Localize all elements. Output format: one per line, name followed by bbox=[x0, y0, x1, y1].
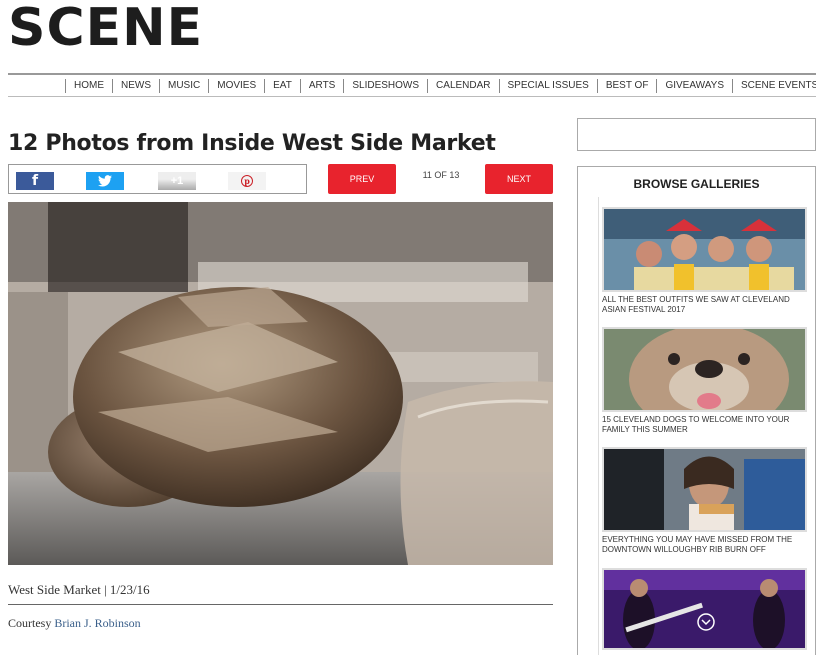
nav-item-home[interactable]: HOME bbox=[65, 79, 112, 93]
browse-galleries-panel: BROWSE GALLERIES ALL THE BEST OUTFITS WE… bbox=[577, 166, 816, 655]
nav-item-special-issues[interactable]: SPECIAL ISSUES bbox=[498, 79, 597, 93]
credit-prefix: Courtesy bbox=[8, 616, 55, 630]
nav-item-movies[interactable]: MOVIES bbox=[208, 79, 264, 93]
festival-thumbnail-image bbox=[604, 209, 805, 290]
gallery-thumbnail[interactable] bbox=[602, 568, 807, 650]
twitter-share-button[interactable] bbox=[86, 172, 124, 190]
gallery-thumbnail[interactable] bbox=[602, 447, 807, 532]
page-title: 12 Photos from Inside West Side Market bbox=[8, 131, 496, 156]
slide-counter: 11 OF 13 bbox=[422, 170, 460, 180]
nav-item-calendar[interactable]: CALENDAR bbox=[427, 79, 498, 93]
photo-caption: West Side Market | 1/23/16 bbox=[8, 582, 150, 597]
nav-item-scene-events[interactable]: SCENE EVENTS bbox=[731, 79, 816, 93]
share-bar: f +1 p bbox=[8, 164, 307, 194]
nav-item-news[interactable]: NEWS bbox=[112, 79, 159, 93]
gallery-thumbnail[interactable] bbox=[602, 207, 807, 292]
rib-burnoff-thumbnail-image bbox=[604, 449, 805, 530]
nav-item-giveaways[interactable]: GIVEAWAYS bbox=[656, 79, 732, 93]
nav-item-best-of[interactable]: BEST OF bbox=[596, 79, 657, 93]
prev-button[interactable]: PREV bbox=[328, 164, 396, 194]
photo-credit: Courtesy Brian J. Robinson bbox=[8, 616, 141, 631]
svg-text:p: p bbox=[244, 176, 250, 186]
gallery-caption[interactable]: 15 CLEVELAND DOGS TO WELCOME INTO YOUR F… bbox=[602, 415, 807, 435]
slideshow-photo[interactable] bbox=[8, 202, 553, 565]
caption-divider bbox=[8, 604, 553, 605]
site-logo[interactable]: SCENE bbox=[8, 0, 203, 56]
sidebar-search-box[interactable] bbox=[577, 118, 816, 151]
dog-thumbnail-image bbox=[604, 329, 805, 410]
gallery-item[interactable]: EVERYTHING YOU MAY HAVE MISSED FROM THE … bbox=[602, 447, 807, 555]
nav-item-eat[interactable]: EAT bbox=[264, 79, 300, 93]
gallery-item[interactable]: 15 CLEVELAND DOGS TO WELCOME INTO YOUR F… bbox=[602, 327, 807, 435]
bread-loaves-image bbox=[8, 202, 553, 565]
nav-item-arts[interactable]: ARTS bbox=[299, 79, 344, 93]
twitter-bird-icon bbox=[98, 175, 112, 187]
facebook-icon: f bbox=[31, 173, 39, 189]
gallery-item[interactable]: ALL THE BEST OUTFITS WE SAW AT CLEVELAND… bbox=[602, 207, 807, 315]
pinterest-icon: p bbox=[241, 175, 253, 187]
nav-item-slideshows[interactable]: SLIDESHOWS bbox=[343, 79, 427, 93]
next-button[interactable]: NEXT bbox=[485, 164, 553, 194]
gallery-thumbnail[interactable] bbox=[602, 327, 807, 412]
pinterest-share-button[interactable]: p bbox=[228, 172, 266, 190]
gallery-item[interactable] bbox=[602, 568, 807, 650]
gallery-caption[interactable]: ALL THE BEST OUTFITS WE SAW AT CLEVELAND… bbox=[602, 295, 807, 315]
google-plus-icon: +1 bbox=[170, 175, 184, 187]
gallery-caption[interactable]: EVERYTHING YOU MAY HAVE MISSED FROM THE … bbox=[602, 535, 807, 555]
nav-item-music[interactable]: MUSIC bbox=[159, 79, 208, 93]
concert-thumbnail-image bbox=[604, 570, 805, 648]
photographer-link[interactable]: Brian J. Robinson bbox=[54, 616, 140, 630]
facebook-share-button[interactable]: f bbox=[16, 172, 54, 190]
main-nav: HOME NEWS MUSIC MOVIES EAT ARTS SLIDESHO… bbox=[8, 73, 816, 97]
google-plus-share-button[interactable]: +1 bbox=[158, 172, 196, 190]
gallery-heading: BROWSE GALLERIES bbox=[633, 177, 760, 191]
